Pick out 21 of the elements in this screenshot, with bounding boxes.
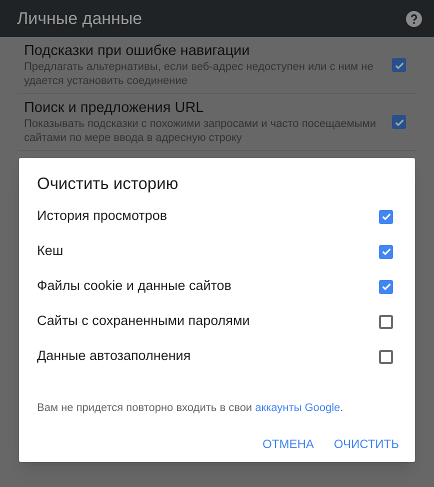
dialog-title: Очистить историю [37,174,180,194]
app-bar-title: Личные данные [17,8,142,30]
help-icon[interactable] [406,10,422,26]
checkbox[interactable] [392,58,406,72]
checkbox[interactable] [379,210,393,224]
checkbox[interactable] [379,314,393,328]
clear-button[interactable]: ОЧИСТИТЬ [328,430,405,456]
option-label: Кеш [37,242,64,260]
checkbox[interactable] [379,244,393,258]
setting-title: Подсказки при ошибке навигации [24,42,251,61]
checkbox[interactable] [379,280,393,294]
option-label: История просмотров [37,207,168,226]
option-label: Файлы cookie и данные сайтов [37,277,232,296]
option-label: Данные автозаполнения [37,347,191,366]
checkbox[interactable] [379,350,393,364]
option-label: Сайты с сохраненными паролями [37,312,250,330]
setting-title: Поиск и предложения URL [24,99,205,118]
cancel-button[interactable]: ОТМЕНА [256,430,320,456]
note-text: Вам не придется повторно входить в свои аккаунты Google. [37,401,344,416]
checkbox[interactable] [392,115,406,129]
accounts-link[interactable]: аккаунты Google [255,402,340,414]
